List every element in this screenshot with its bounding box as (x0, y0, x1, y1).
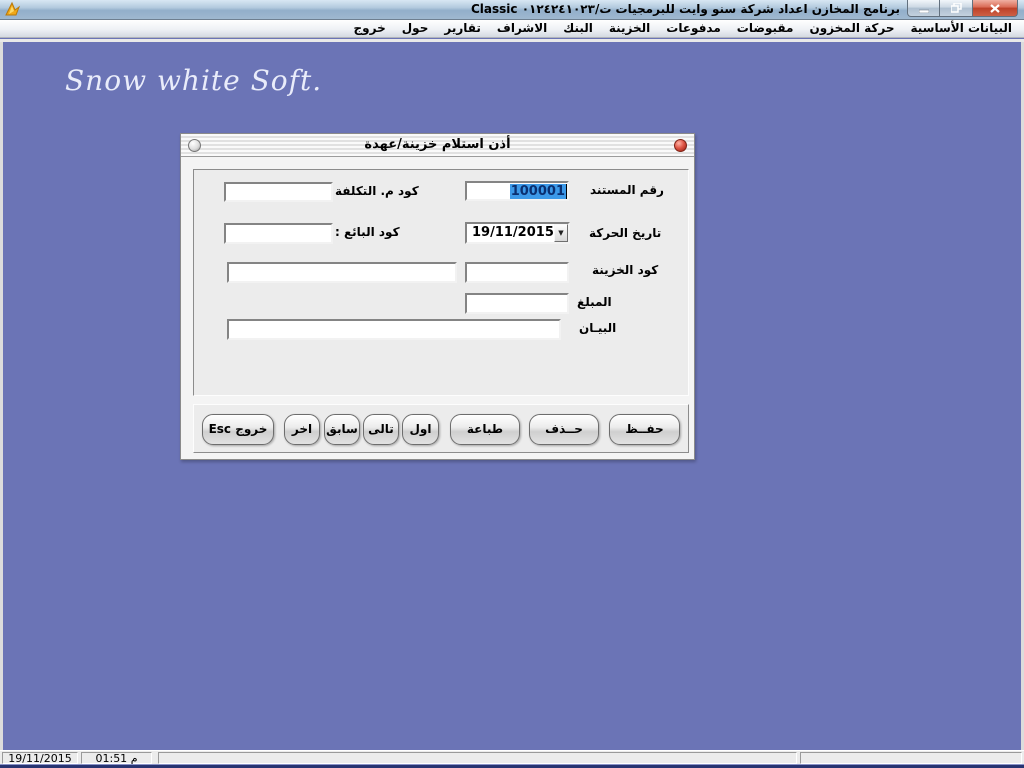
save-button[interactable]: حفــظ (609, 414, 680, 445)
previous-button[interactable]: سابق (324, 414, 360, 445)
menu-item-payments[interactable]: مدفوعات (658, 20, 729, 37)
dialog-close-ball-icon[interactable] (674, 139, 687, 152)
menubar: البيانات الأساسية حركة المخزون مقبوضات م… (0, 20, 1024, 38)
treasury-code-label: كود الخزينة (592, 263, 658, 277)
seller-code-input[interactable] (224, 223, 333, 244)
window-controls (907, 0, 1018, 17)
seller-code-label: كود البائع : (335, 225, 400, 239)
statement-label: البيـان (579, 321, 616, 335)
menu-item-bank[interactable]: البنك (555, 20, 601, 37)
status-right-panel (800, 752, 1022, 764)
amount-input[interactable] (465, 293, 569, 314)
last-button[interactable]: اخر (284, 414, 320, 445)
doc-number-field[interactable]: 100001 (465, 181, 569, 201)
receipt-dialog: أذن استلام خزينة/عهدة رقم المستند 100001… (180, 133, 695, 460)
minimize-icon (919, 4, 929, 13)
dropdown-arrow-icon[interactable]: ▼ (554, 224, 568, 242)
menu-item-about[interactable]: حول (394, 20, 437, 37)
cost-center-input[interactable] (224, 182, 333, 202)
amount-label: المبلغ (577, 295, 612, 309)
date-combobox[interactable]: 19/11/2015 ▼ (465, 222, 570, 244)
buttons-panel: خروج Esc اخر سابق تالى اول طباعة حــذف ح… (193, 404, 689, 453)
next-button[interactable]: تالى (363, 414, 399, 445)
app-icon (4, 1, 21, 18)
exit-button[interactable]: خروج Esc (202, 414, 274, 445)
menu-item-treasury[interactable]: الخزينة (601, 20, 658, 37)
delete-button[interactable]: حــذف (529, 414, 599, 445)
statement-input[interactable] (227, 319, 561, 340)
menu-item-receipts[interactable]: مقبوضات (729, 20, 802, 37)
dialog-titlebar[interactable]: أذن استلام خزينة/عهدة (181, 134, 694, 157)
doc-number-label: رقم المستند (590, 183, 664, 197)
menu-item-stock-movement[interactable]: حركة المخزون (801, 20, 902, 37)
treasury-code-input[interactable] (465, 262, 569, 283)
date-value: 19/11/2015 (467, 224, 554, 242)
minimize-button[interactable] (907, 0, 940, 17)
window-title: برنامج المخازن اعداد شركة سنو وايت للبرم… (471, 0, 900, 20)
menu-item-basic-data[interactable]: البيانات الأساسية (902, 20, 1020, 37)
bottom-window-edge (0, 764, 1024, 768)
close-icon (990, 4, 1000, 13)
window-titlebar: برنامج المخازن اعداد شركة سنو وايت للبرم… (0, 0, 1024, 20)
menu-item-reports[interactable]: تقارير (436, 20, 489, 37)
first-button[interactable]: اول (402, 414, 439, 445)
treasury-name-input[interactable] (227, 262, 457, 283)
menu-item-exit[interactable]: خروج (346, 20, 394, 37)
cost-center-label: كود م. التكلفة (335, 184, 419, 198)
print-button[interactable]: طباعة (450, 414, 520, 445)
status-date: 19/11/2015 (2, 752, 78, 764)
dialog-title: أذن استلام خزينة/عهدة (181, 137, 694, 152)
restore-icon (951, 3, 962, 13)
status-time: 01:51 م (81, 752, 152, 764)
menu-item-supervision[interactable]: الاشراف (489, 20, 555, 37)
close-button[interactable] (973, 0, 1018, 17)
doc-number-value: 100001 (510, 184, 567, 199)
client-area: Snow white Soft. أذن استلام خزينة/عهدة ر… (0, 42, 1024, 750)
statusbar: 19/11/2015 01:51 م (0, 750, 1024, 764)
brand-text: Snow white Soft. (65, 64, 322, 97)
fields-panel: رقم المستند 100001 تاريخ الحركة 19/11/20… (193, 169, 689, 396)
status-message-panel (158, 752, 797, 764)
date-label: تاريخ الحركة (589, 226, 661, 240)
restore-button[interactable] (940, 0, 973, 17)
